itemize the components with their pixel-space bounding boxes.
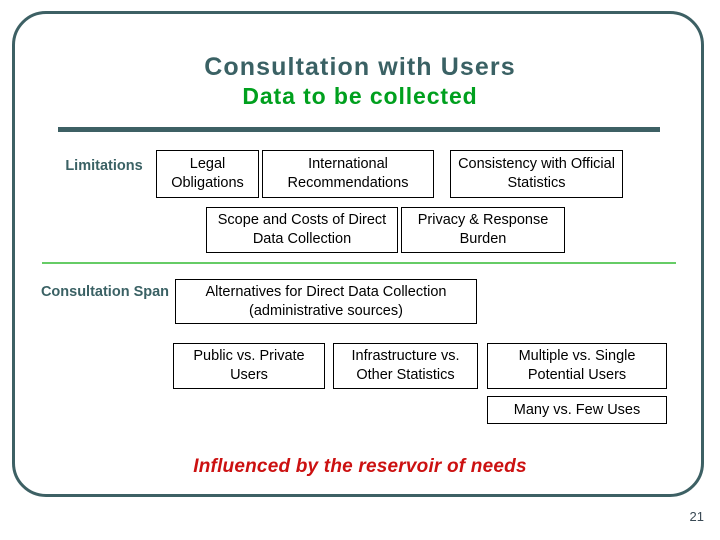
box-public-vs-private-users-label: Public vs. Private Users	[193, 348, 305, 383]
box-scope-and-costs-label: Scope and Costs of Direct Data Collectio…	[217, 212, 387, 247]
box-many-vs-few-uses-label: Many vs. Few Uses	[513, 401, 641, 418]
slide-subtitle: Data to be collected	[242, 83, 478, 109]
box-consistency-official-statistics: Consistency with Official Statistics	[450, 150, 623, 198]
section-label-consultation-span: Consultation Span	[40, 284, 170, 300]
section-label-limitations: Limitations	[65, 158, 143, 174]
box-infrastructure-vs-other-statistics-label: Infrastructure vs. Other Statistics	[351, 348, 460, 383]
slide: Consultation with Users Data to be colle…	[0, 0, 720, 540]
box-scope-and-costs: Scope and Costs of Direct Data Collectio…	[206, 207, 398, 253]
box-consistency-official-statistics-label: Consistency with Official Statistics	[458, 156, 615, 191]
box-multiple-vs-single-potential-users: Multiple vs. Single Potential Users	[487, 343, 667, 389]
box-international-recommendations: International Recommendations	[262, 150, 434, 198]
box-privacy-response-burden: Privacy & Response Burden	[401, 207, 565, 253]
section-divider	[42, 262, 676, 264]
box-legal-obligations: Legal Obligations	[156, 150, 259, 198]
box-privacy-response-burden-label: Privacy & Response Burden	[417, 212, 549, 247]
box-legal-obligations-label: Legal Obligations	[171, 156, 244, 191]
footer-note: Influenced by the reservoir of needs	[193, 456, 527, 477]
slide-title: Consultation with Users	[204, 53, 516, 81]
box-international-recommendations-label: International Recommendations	[287, 156, 409, 191]
title-divider	[58, 127, 660, 132]
slide-title-block: Consultation with Users Data to be colle…	[0, 52, 720, 111]
box-infrastructure-vs-other-statistics: Infrastructure vs. Other Statistics	[333, 343, 478, 389]
box-alternatives-direct-data-collection-label: Alternatives for Direct Data Collection …	[205, 283, 447, 319]
box-alternatives-direct-data-collection: Alternatives for Direct Data Collection …	[175, 279, 477, 324]
box-many-vs-few-uses: Many vs. Few Uses	[487, 396, 667, 424]
box-public-vs-private-users: Public vs. Private Users	[173, 343, 325, 389]
box-multiple-vs-single-potential-users-label: Multiple vs. Single Potential Users	[518, 348, 636, 383]
page-number: 21	[689, 509, 704, 524]
